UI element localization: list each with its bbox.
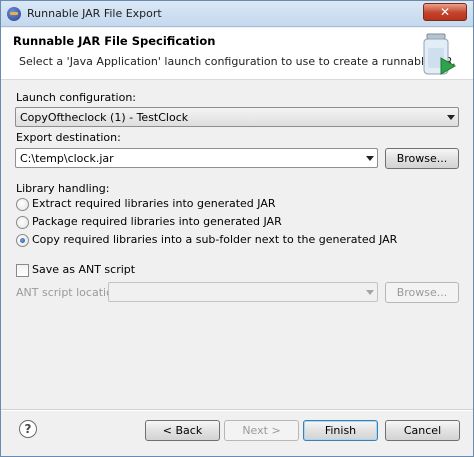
dialog-window: Runnable JAR File Export ✕ Runnable JAR … bbox=[0, 0, 474, 457]
back-button[interactable]: < Back bbox=[145, 420, 220, 441]
chevron-down-icon bbox=[366, 290, 374, 295]
browse-export-button[interactable]: Browse... bbox=[385, 148, 459, 169]
eclipse-icon bbox=[7, 7, 21, 21]
page-title: Runnable JAR File Specification bbox=[13, 34, 216, 48]
window-title: Runnable JAR File Export bbox=[27, 7, 162, 20]
extract-libraries-radio[interactable] bbox=[16, 198, 29, 211]
copy-libraries-radio[interactable] bbox=[16, 234, 29, 247]
package-libraries-radio[interactable] bbox=[16, 216, 29, 229]
library-handling-label: Library handling: bbox=[16, 182, 110, 195]
launch-config-label: Launch configuration: bbox=[16, 91, 137, 104]
launch-config-select[interactable]: CopyOftheclock (1) - TestClock bbox=[15, 107, 459, 127]
footer-divider bbox=[1, 409, 473, 411]
page-description: Select a 'Java Application' launch confi… bbox=[19, 55, 456, 68]
chevron-down-icon[interactable] bbox=[366, 156, 374, 161]
jar-export-icon bbox=[423, 33, 457, 75]
title-bar[interactable]: Runnable JAR File Export ✕ bbox=[1, 1, 473, 27]
copy-libraries-label[interactable]: Copy required libraries into a sub-folde… bbox=[32, 233, 397, 246]
save-ant-checkbox[interactable] bbox=[16, 264, 29, 277]
next-button[interactable]: Next > bbox=[224, 420, 299, 441]
launch-config-value: CopyOftheclock (1) - TestClock bbox=[20, 111, 189, 124]
export-destination-label: Export destination: bbox=[16, 131, 121, 144]
export-destination-value: C:\temp\clock.jar bbox=[20, 152, 114, 165]
export-destination-input[interactable]: C:\temp\clock.jar bbox=[15, 148, 378, 168]
save-ant-label[interactable]: Save as ANT script bbox=[32, 263, 135, 276]
package-libraries-label[interactable]: Package required libraries into generate… bbox=[32, 215, 282, 228]
ant-location-input[interactable] bbox=[108, 282, 378, 302]
wizard-header: Runnable JAR File Specification Select a… bbox=[1, 28, 473, 80]
cancel-button[interactable]: Cancel bbox=[385, 420, 460, 441]
help-icon[interactable]: ? bbox=[19, 420, 37, 438]
extract-libraries-label[interactable]: Extract required libraries into generate… bbox=[32, 197, 276, 210]
browse-ant-button[interactable]: Browse... bbox=[385, 282, 459, 303]
finish-button[interactable]: Finish bbox=[303, 420, 378, 441]
chevron-down-icon bbox=[447, 115, 455, 120]
close-button[interactable]: ✕ bbox=[423, 3, 467, 21]
